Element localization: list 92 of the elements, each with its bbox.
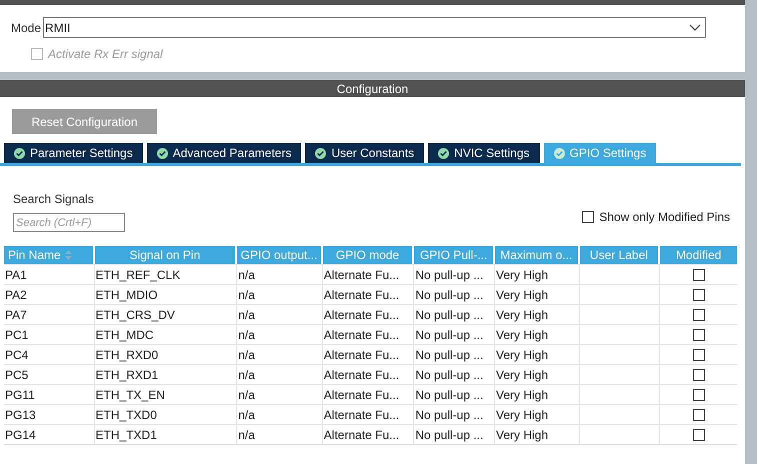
column-header[interactable]: GPIO Pull-... (414, 246, 493, 264)
table-cell: No pull-up ... (414, 385, 495, 404)
table-cell: PG14 (4, 425, 95, 444)
table-cell: ETH_TXD0 (94, 405, 238, 424)
reset-configuration-button[interactable]: Reset Configuration (12, 109, 157, 134)
table-cell: Very High (495, 265, 580, 284)
column-header[interactable]: User Label (580, 246, 658, 264)
table-cell: No pull-up ... (414, 425, 495, 444)
table-cell: ETH_REF_CLK (94, 265, 238, 284)
table-cell: n/a (237, 345, 323, 364)
table-cell: ETH_CRS_DV (94, 305, 238, 324)
table-cell: Alternate Fu... (322, 425, 414, 444)
table-cell: Very High (495, 285, 580, 304)
settings-tab[interactable]: Advanced Parameters (146, 143, 302, 163)
table-cell: No pull-up ... (414, 365, 495, 384)
table-cell: ETH_MDC (94, 325, 238, 344)
settings-tab[interactable]: User Constants (305, 143, 424, 163)
table-cell: n/a (237, 325, 323, 344)
configuration-header: Configuration (0, 80, 745, 97)
table-cell: Alternate Fu... (322, 365, 414, 384)
table-cell: n/a (237, 365, 323, 384)
check-circle-icon (438, 148, 450, 158)
table-cell: Very High (495, 365, 580, 384)
table-cell: Alternate Fu... (322, 325, 414, 344)
settings-tab[interactable]: NVIC Settings (428, 143, 540, 163)
modified-checkbox[interactable] (692, 268, 705, 280)
table-cell: PG11 (4, 385, 95, 404)
table-cell: No pull-up ... (414, 345, 495, 364)
column-header[interactable]: Pin Name (4, 246, 93, 264)
table-cell: ETH_MDIO (94, 285, 238, 304)
table-cell: No pull-up ... (414, 305, 495, 324)
table-cell: No pull-up ... (414, 265, 495, 284)
column-header[interactable]: GPIO mode (322, 246, 412, 264)
column-header[interactable]: Maximum o... (494, 246, 578, 264)
modified-checkbox[interactable] (692, 428, 705, 440)
table-cell: n/a (237, 405, 323, 424)
modified-checkbox[interactable] (692, 368, 705, 380)
mode-dropdown[interactable]: RMII (43, 17, 706, 38)
sort-icon (64, 250, 72, 260)
modified-checkbox[interactable] (692, 408, 705, 420)
table-cell: Alternate Fu... (322, 405, 414, 424)
check-circle-icon (315, 148, 326, 158)
column-header[interactable]: GPIO output... (237, 246, 321, 264)
table-cell: Very High (495, 425, 580, 444)
column-header[interactable]: Modified (660, 246, 737, 264)
column-header[interactable]: Signal on Pin (94, 246, 236, 264)
check-circle-icon (14, 148, 25, 158)
check-circle-icon (156, 148, 168, 158)
table-cell: Very High (495, 345, 580, 364)
table-cell: Very High (495, 405, 580, 424)
settings-tab[interactable]: GPIO Settings (544, 143, 656, 163)
chevron-down-icon (689, 24, 702, 32)
table-cell: PC5 (4, 365, 95, 384)
table-cell: n/a (237, 425, 323, 444)
settings-tab[interactable]: Parameter Settings (4, 143, 143, 163)
modified-checkbox[interactable] (692, 328, 705, 340)
table-cell: PC1 (4, 325, 95, 344)
modified-checkbox[interactable] (692, 388, 705, 400)
table-cell: No pull-up ... (414, 325, 495, 344)
modified-checkbox[interactable] (692, 308, 705, 320)
mode-label: Mode (11, 20, 42, 36)
table-cell: n/a (237, 385, 323, 404)
table-cell: n/a (237, 305, 323, 324)
table-cell: Alternate Fu... (322, 265, 414, 284)
table-cell: ETH_RXD1 (94, 365, 238, 384)
table-cell: Alternate Fu... (322, 345, 414, 364)
table-cell: Very High (495, 385, 580, 404)
table-cell: PA2 (4, 285, 95, 304)
search-field[interactable]: Search (Crtl+F) (13, 213, 125, 232)
table-cell: PA7 (4, 305, 95, 324)
table-cell: n/a (237, 285, 323, 304)
table-cell: ETH_TX_EN (94, 385, 238, 404)
search-signals-label: Search Signals (13, 191, 95, 208)
table-cell: No pull-up ... (414, 285, 495, 304)
table-cell: Alternate Fu... (322, 285, 414, 304)
table-cell: ETH_RXD0 (94, 345, 238, 364)
table-cell: No pull-up ... (414, 405, 495, 424)
show-modified-checkbox[interactable] (582, 211, 594, 223)
table-cell: Very High (495, 305, 580, 324)
table-cell: Alternate Fu... (322, 385, 414, 404)
table-cell: Alternate Fu... (322, 305, 414, 324)
table-cell: PA1 (4, 265, 95, 284)
modified-checkbox[interactable] (692, 288, 705, 300)
check-circle-icon (554, 148, 565, 158)
table-cell: Very High (495, 325, 580, 344)
table-cell: n/a (237, 265, 323, 284)
table-cell: PC4 (4, 345, 95, 364)
show-modified-label: Show only Modified Pins (599, 209, 730, 226)
table-cell: ETH_TXD1 (94, 425, 238, 444)
modified-checkbox[interactable] (692, 348, 705, 360)
table-cell: PG13 (4, 405, 95, 424)
rx-err-label: Activate Rx Err signal (48, 46, 163, 63)
